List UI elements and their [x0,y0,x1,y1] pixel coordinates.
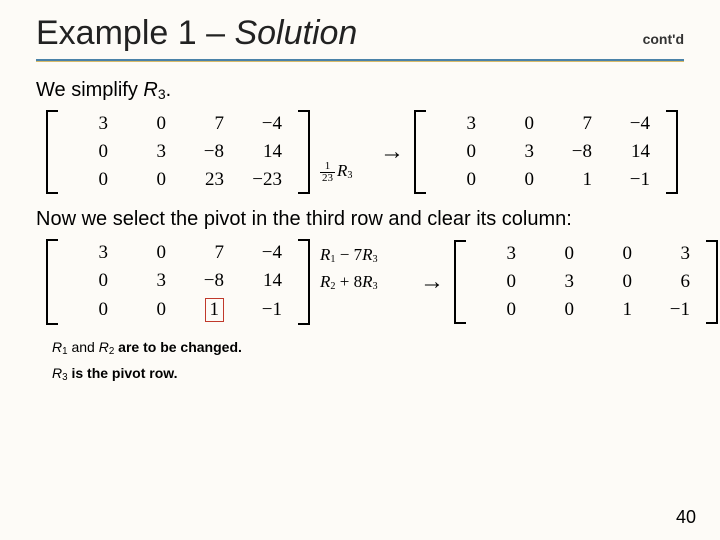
matrix-1-left: 307−4 03−814 0023−23 [46,110,310,194]
bracket-icon [454,240,466,324]
notes: R1 and R2 are to be changed. R3 is the p… [36,339,684,383]
cell: 0 [586,240,644,268]
note-1: R1 and R2 are to be changed. [52,339,684,357]
cell: −8 [178,138,236,166]
cell: −4 [236,110,294,138]
cell: 3 [528,268,586,296]
p1-sub: 3 [158,86,166,102]
bracket-icon [706,240,718,324]
op-row: R1 − 7R3 [320,244,410,271]
cell: 1 [178,295,236,325]
cell: 1 [546,166,604,194]
matrix-table: 307−4 03−814 001−1 [430,110,662,194]
bracket-icon [298,239,310,325]
cell: 3 [62,239,120,267]
cell: 7 [178,110,236,138]
cell: 6 [644,268,702,296]
cell: −8 [178,267,236,295]
pivot-box: 1 [205,298,225,322]
cell: 0 [430,138,488,166]
cell: −1 [604,166,662,194]
matrix-2-right: 3003 0306 001−1 [454,240,718,324]
cell: 0 [62,166,120,194]
arrow-icon: → [380,139,404,166]
cell: 0 [528,296,586,324]
cell: 0 [120,239,178,267]
cell: 0 [488,110,546,138]
op-sub: 3 [347,171,352,182]
cell: 23 [178,166,236,194]
frac-den: 23 [320,173,335,184]
cell: 3 [470,240,528,268]
matrix-table: 3003 0306 001−1 [470,240,702,324]
title-italic: Solution [234,14,357,52]
fraction: 1 23 [320,161,335,184]
bracket-icon [46,110,58,194]
cell: 0 [430,166,488,194]
cell: 7 [546,110,604,138]
p1-R: R [143,79,157,101]
matrix-1-right: 307−4 03−814 001−1 [414,110,678,194]
cell: −1 [644,296,702,324]
op-label: 1 23 R3 [320,160,352,187]
cell: 3 [120,138,178,166]
cell: 14 [604,138,662,166]
cell: 1 [586,296,644,324]
cell: 0 [586,268,644,296]
cell: −23 [236,166,294,194]
contd-label: cont'd [643,31,684,47]
matrix-step-2: 307−4 03−814 001−1 R1 − 7R3 R2 + 8R3 → 3… [46,239,684,325]
cell: 3 [430,110,488,138]
cell: 0 [62,267,120,295]
slide-body: We simplify R3. 307−4 03−814 0023−23 1 2… [0,61,720,383]
cell: 0 [120,295,178,325]
cell: 0 [120,166,178,194]
paragraph-1: We simplify R3. [36,79,684,102]
slide-number: 40 [676,507,696,528]
cell: 0 [470,268,528,296]
row-op-1: 1 23 R3 [320,116,370,187]
bracket-icon [298,110,310,194]
cell: 14 [236,267,294,295]
matrix-table: 307−4 03−814 001−1 [62,239,294,325]
bracket-icon [46,239,58,325]
bracket-icon [666,110,678,194]
cell: 0 [120,110,178,138]
arrow-icon: → [420,269,444,296]
cell: −1 [236,295,294,325]
p1-dot: . [166,79,172,101]
cell: 3 [62,110,120,138]
cell: 0 [488,166,546,194]
cell: −8 [546,138,604,166]
cell: 0 [62,138,120,166]
cell: 3 [488,138,546,166]
cell: 0 [62,295,120,325]
cell: 3 [120,267,178,295]
cell: −4 [236,239,294,267]
slide-title: Example 1 – Solution [36,14,357,53]
slide: Example 1 – Solution cont'd We simplify … [0,0,720,540]
cell: 3 [644,240,702,268]
op-R: R [337,161,347,180]
cell: 14 [236,138,294,166]
row-op-2: R1 − 7R3 R2 + 8R3 [320,244,410,320]
matrix-step-1: 307−4 03−814 0023−23 1 23 R3 → [46,110,684,194]
matrix-table: 307−4 03−814 0023−23 [62,110,294,194]
cell: −4 [604,110,662,138]
title-prefix: Example 1 – [36,14,234,52]
op-row: R2 + 8R3 [320,271,410,298]
cell: 7 [178,239,236,267]
paragraph-2: Now we select the pivot in the third row… [36,208,684,231]
matrix-2-left: 307−4 03−814 001−1 [46,239,310,325]
title-row: Example 1 – Solution cont'd [0,0,720,55]
note-2: R3 is the pivot row. [52,365,684,383]
cell: 0 [528,240,586,268]
cell: 0 [470,296,528,324]
p1-text: We simplify [36,79,143,101]
bracket-icon [414,110,426,194]
